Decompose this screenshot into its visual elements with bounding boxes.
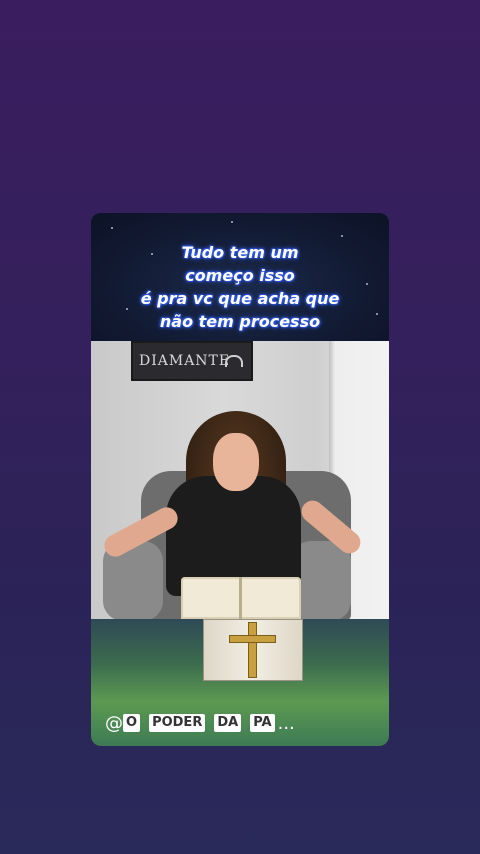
wall-sign: DIAMANTE (131, 341, 253, 381)
caption-line: começo isso (185, 266, 295, 285)
caption-line: não tem processo (159, 312, 321, 331)
ellipsis: ... (277, 712, 295, 734)
mention-word: DA (214, 714, 242, 732)
caption-panel: Tudo tem um começo isso é pra vc que ach… (91, 213, 389, 341)
account-mention[interactable]: @ O PODER DA PA ... (105, 712, 295, 734)
cross-bar (229, 635, 276, 643)
caption-line: Tudo tem um (181, 243, 299, 262)
person-face (213, 433, 259, 491)
video-caption: Tudo tem um começo isso é pra vc que ach… (91, 241, 389, 333)
sign-logo-icon (225, 355, 243, 367)
mention-word: O (123, 714, 141, 732)
story-card[interactable]: Tudo tem um começo isso é pra vc que ach… (91, 213, 389, 746)
at-symbol: @ (105, 712, 123, 734)
wall-sign-text: DIAMANTE (139, 353, 231, 369)
crucifix-image (203, 619, 303, 681)
open-bible (181, 577, 301, 619)
caption-line: é pra vc que acha que (140, 289, 340, 308)
cross-icon (248, 622, 257, 678)
video-frame[interactable]: DIAMANTE (91, 341, 389, 619)
mention-word: PA (250, 714, 275, 732)
bottom-panel: @ O PODER DA PA ... (91, 619, 389, 746)
mention-word: PODER (149, 714, 206, 732)
